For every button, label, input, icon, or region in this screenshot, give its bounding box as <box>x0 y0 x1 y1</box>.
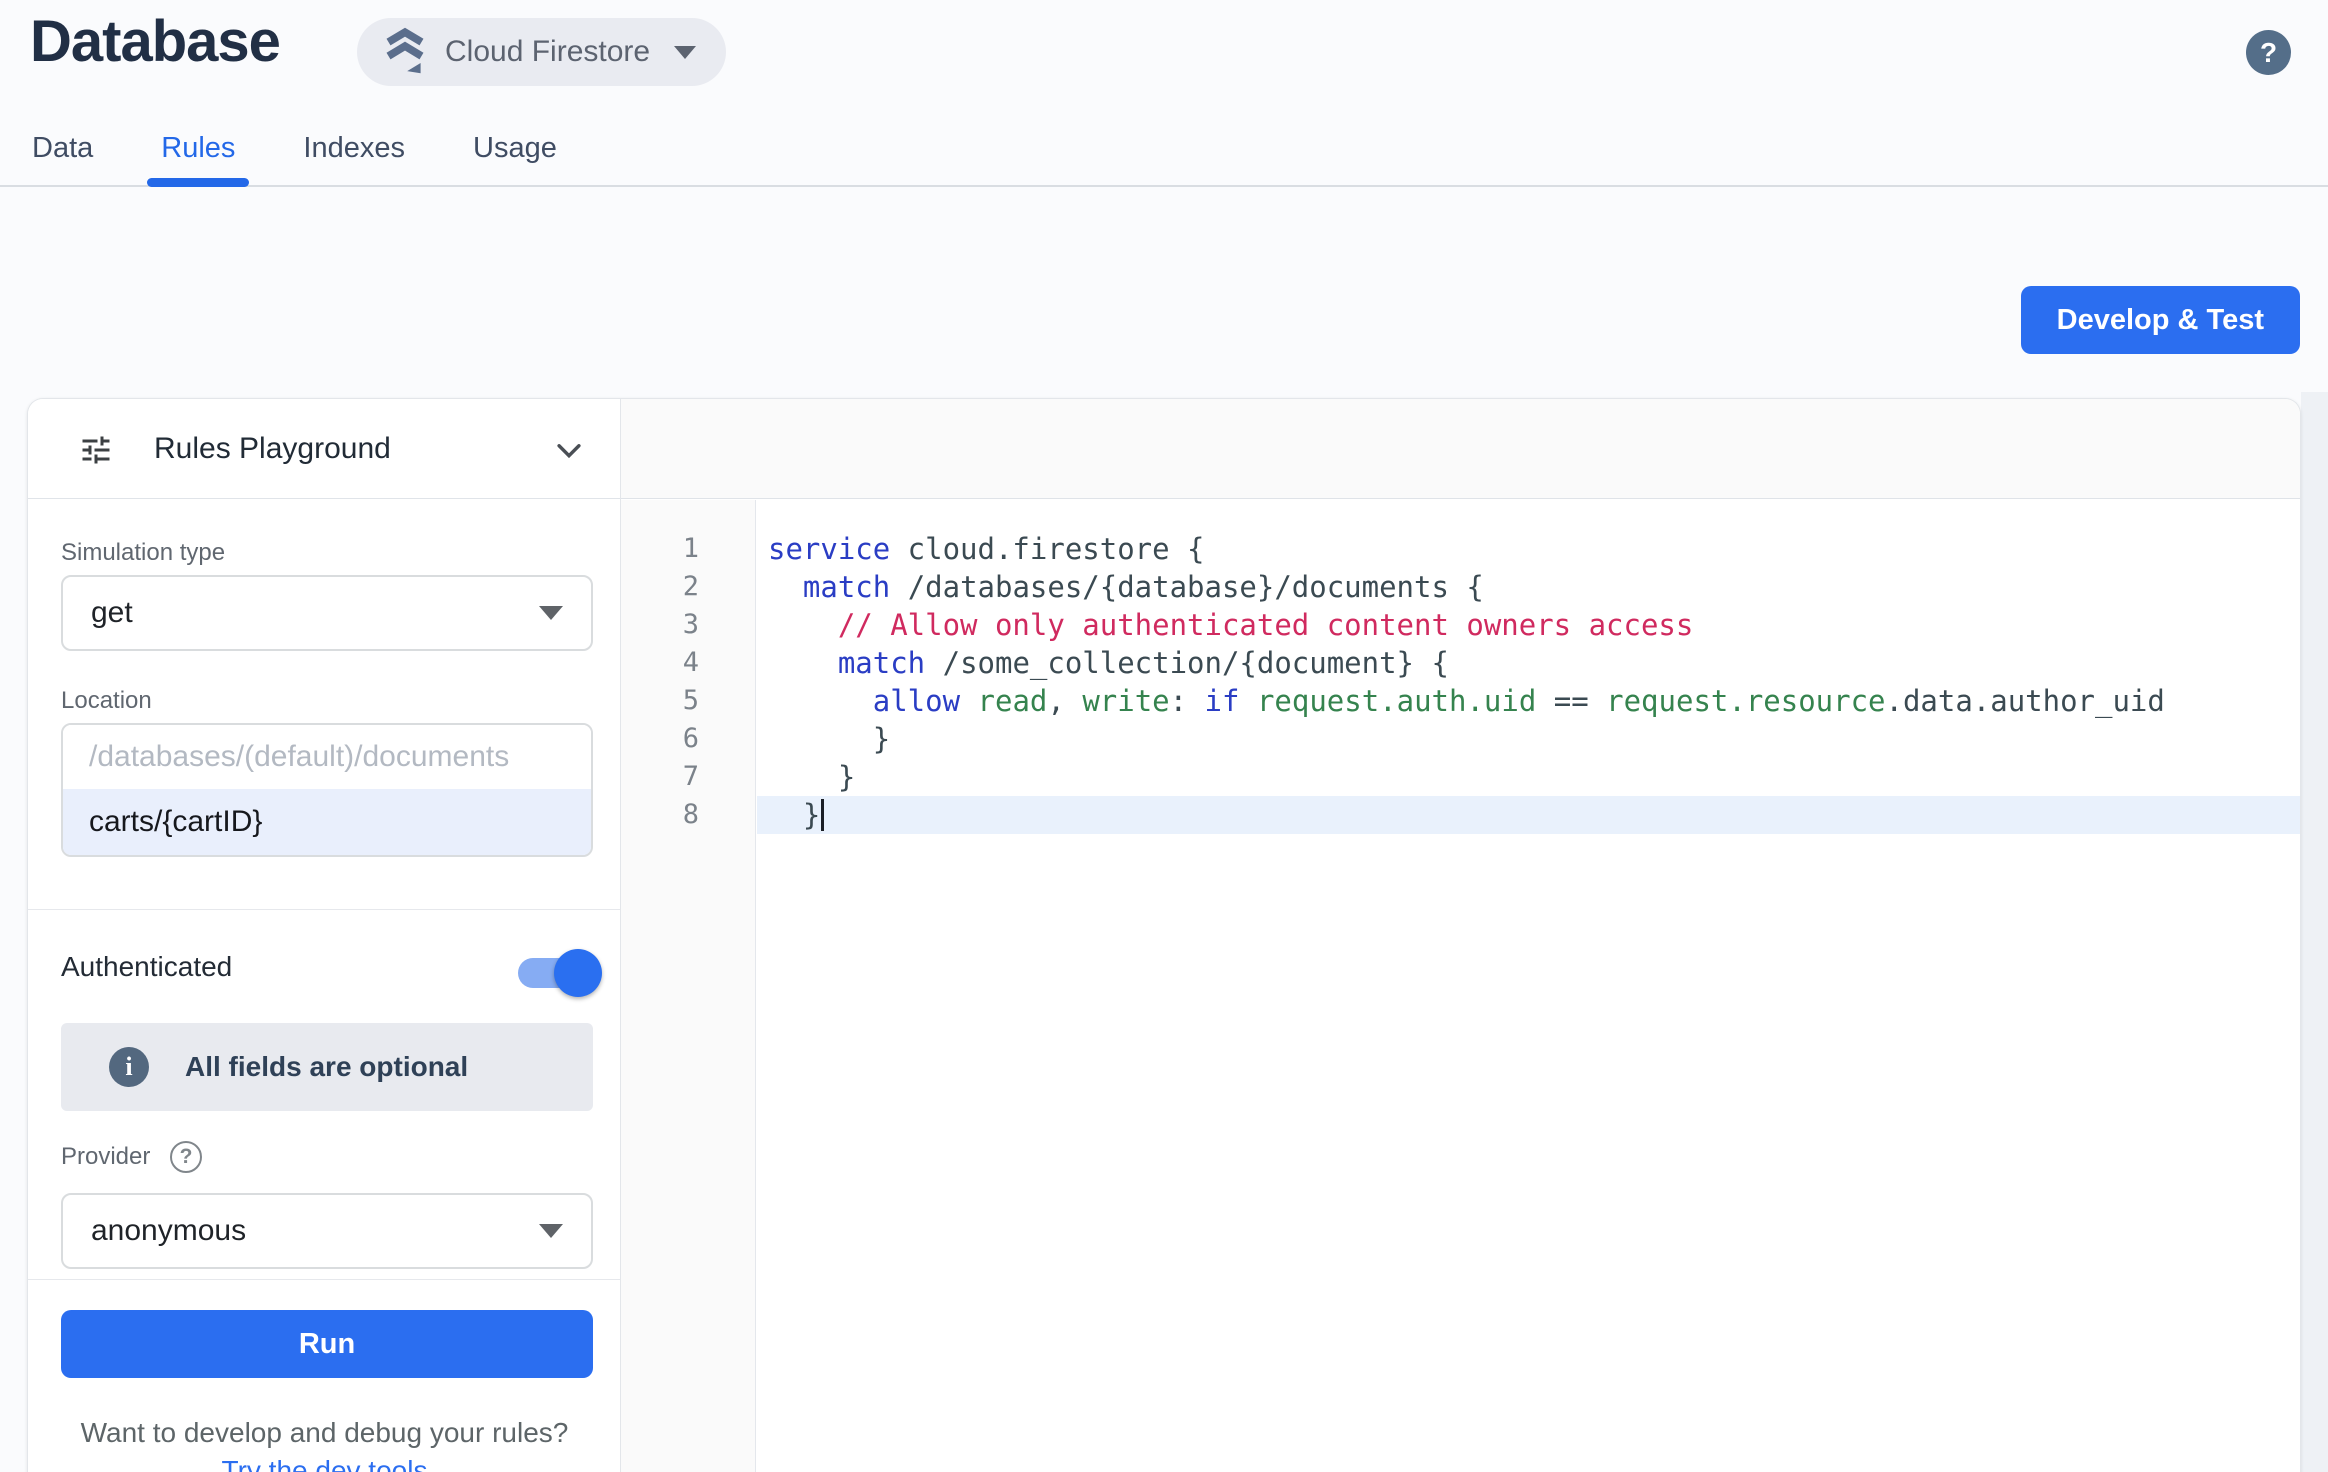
content-background <box>2301 392 2328 1472</box>
location-input-group: /databases/(default)/documents carts/{ca… <box>61 723 593 857</box>
page-title: Database <box>30 8 280 75</box>
location-input[interactable]: carts/{cartID} <box>63 789 591 855</box>
section-divider <box>28 1279 620 1280</box>
code-line-2[interactable]: match /databases/{database}/documents { <box>757 568 2300 606</box>
info-banner: i All fields are optional <box>61 1023 593 1111</box>
rules-playground-panel: Rules Playground Simulation type get Loc… <box>28 399 621 1472</box>
rules-card: Rules Playground Simulation type get Loc… <box>27 398 2301 1472</box>
tab-bar: Data Rules Indexes Usage <box>30 132 559 165</box>
help-button[interactable]: ? <box>2246 30 2291 75</box>
line-number-gutter: 12345678 <box>621 500 756 1472</box>
tune-icon <box>78 432 114 468</box>
line-number: 2 <box>621 568 755 606</box>
provider-value: anonymous <box>91 1214 539 1248</box>
authenticated-label: Authenticated <box>61 951 232 983</box>
location-label: Location <box>61 687 152 715</box>
dropdown-caret-icon <box>539 1224 563 1238</box>
product-switcher-label: Cloud Firestore <box>445 35 650 69</box>
line-number: 5 <box>621 682 755 720</box>
firestore-icon <box>383 26 427 78</box>
provider-help-icon[interactable]: ? <box>170 1141 202 1173</box>
run-button[interactable]: Run <box>61 1310 593 1378</box>
toggle-thumb <box>554 949 602 997</box>
editor-toolbar <box>621 399 2300 499</box>
section-divider <box>28 909 620 910</box>
collapse-chevron-icon[interactable] <box>552 433 586 467</box>
provider-label: Provider <box>61 1143 150 1171</box>
info-banner-text: All fields are optional <box>185 1051 468 1083</box>
simulation-type-select[interactable]: get <box>61 575 593 651</box>
code-line-4[interactable]: match /some_collection/{document} { <box>757 644 2300 682</box>
info-icon: i <box>109 1047 149 1087</box>
devtools-question: Want to develop and debug your rules? <box>28 1417 621 1449</box>
tab-indexes[interactable]: Indexes <box>301 132 407 165</box>
provider-select[interactable]: anonymous <box>61 1193 593 1269</box>
chevron-down-icon <box>674 46 696 59</box>
text-cursor <box>821 799 824 831</box>
code-area[interactable]: service cloud.firestore { match /databas… <box>757 500 2300 1472</box>
tab-data[interactable]: Data <box>30 132 95 165</box>
simulation-type-value: get <box>91 596 539 630</box>
code-line-6[interactable]: } <box>757 720 2300 758</box>
editor-body: 12345678 service cloud.firestore { match… <box>621 500 2300 1472</box>
simulation-type-label: Simulation type <box>61 539 225 567</box>
rules-editor: 12345678 service cloud.firestore { match… <box>621 399 2300 1472</box>
code-line-5[interactable]: allow read, write: if request.auth.uid =… <box>757 682 2300 720</box>
code-line-3[interactable]: // Allow only authenticated content owne… <box>757 606 2300 644</box>
playground-title: Rules Playground <box>154 432 391 466</box>
line-number: 6 <box>621 720 755 758</box>
tabs-divider <box>0 185 2328 187</box>
line-number: 4 <box>621 644 755 682</box>
product-switcher-chip[interactable]: Cloud Firestore <box>357 18 726 86</box>
code-line-7[interactable]: } <box>757 758 2300 796</box>
line-number: 8 <box>621 796 755 834</box>
dropdown-caret-icon <box>539 606 563 620</box>
tab-rules[interactable]: Rules <box>159 132 237 165</box>
line-number: 1 <box>621 530 755 568</box>
develop-and-test-button[interactable]: Develop & Test <box>2021 286 2300 354</box>
tab-usage[interactable]: Usage <box>471 132 559 165</box>
authenticated-toggle[interactable] <box>518 958 596 988</box>
code-line-1[interactable]: service cloud.firestore { <box>757 530 2300 568</box>
location-prefix-placeholder[interactable]: /databases/(default)/documents <box>63 725 591 789</box>
try-dev-tools-link[interactable]: Try the dev tools <box>222 1455 428 1472</box>
playground-header: Rules Playground <box>28 399 620 499</box>
code-line-8[interactable]: } <box>757 796 2300 834</box>
line-number: 3 <box>621 606 755 644</box>
line-number: 7 <box>621 758 755 796</box>
